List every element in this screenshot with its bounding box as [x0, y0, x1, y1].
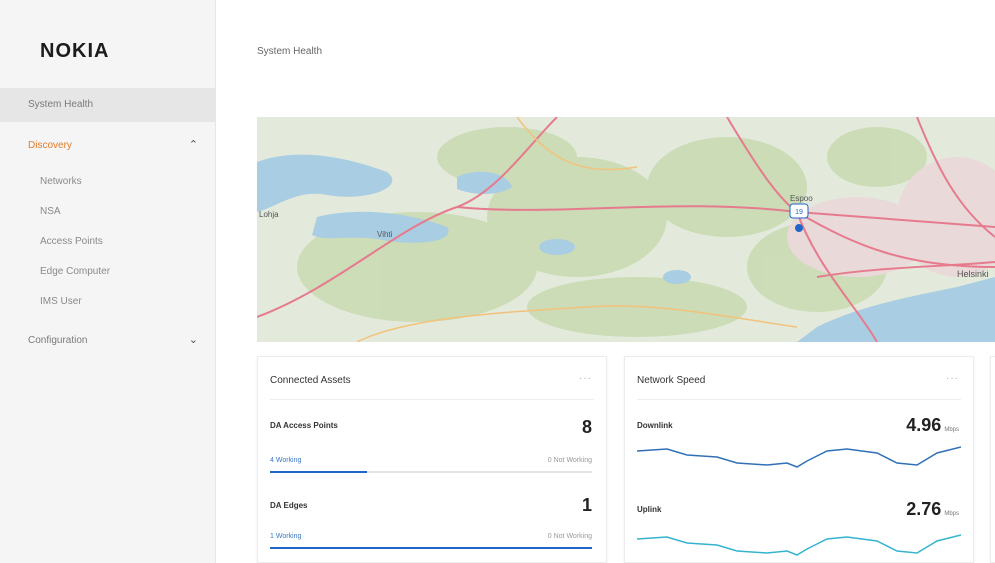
map-canvas[interactable]: 19 Espoo Helsinki Vihti Lohja: [257, 117, 995, 342]
edges-progress-fill: [270, 547, 592, 549]
edges-label: DA Edges: [270, 501, 308, 510]
map-label-vihti: Vihti: [377, 230, 393, 239]
more-options-icon[interactable]: ···: [579, 373, 592, 384]
sidebar-group-label: Configuration: [28, 335, 88, 346]
access-points-progress: [270, 471, 592, 473]
edges-progress: [270, 547, 592, 549]
access-points-count: 8: [581, 417, 592, 437]
card-title: Network Speed: [637, 375, 706, 386]
uplink-value: 2.76 Mbps: [906, 499, 959, 519]
divider: [637, 399, 961, 400]
chevron-up-icon[interactable]: ⌃: [189, 138, 198, 151]
sidebar-item-networks[interactable]: Networks: [40, 176, 82, 187]
sidebar-item-ims-user[interactable]: IMS User: [40, 296, 82, 307]
sidebar-item-system-health[interactable]: System Health: [28, 99, 93, 110]
page-title: System Health: [257, 46, 323, 57]
edges-working[interactable]: 1 Working: [270, 533, 301, 540]
map-label-espoo: Espoo: [790, 194, 813, 203]
edges-not-working[interactable]: 0 Not Working: [548, 533, 592, 540]
sidebar-group-label: Discovery: [28, 140, 72, 151]
downlink-sparkline: [637, 446, 961, 468]
map-label-helsinki: Helsinki: [957, 269, 989, 279]
access-points-not-working[interactable]: 0 Not Working: [548, 457, 592, 464]
downlink-value: 4.96 Mbps: [906, 415, 959, 435]
network-speed-card: Network Speed ··· Downlink 4.96 Mbps Upli…: [624, 356, 974, 563]
access-points-label: DA Access Points: [270, 421, 338, 430]
map-view[interactable]: 19 Espoo Helsinki Vihti Lohja: [257, 117, 995, 342]
nokia-logo: NOKIA: [40, 40, 110, 62]
sidebar-item-nsa[interactable]: NSA: [40, 206, 61, 217]
connected-assets-card: Connected Assets ··· DA Access Points 8 …: [257, 356, 607, 563]
downlink-label: Downlink: [637, 421, 673, 430]
sidebar: NOKIA System Health Discovery ⌃ Networks…: [0, 0, 216, 563]
uplink-sparkline: [637, 534, 961, 556]
sidebar-item-access-points[interactable]: Access Points: [40, 236, 103, 247]
uplink-label: Uplink: [637, 505, 662, 514]
access-points-working[interactable]: 4 Working: [270, 457, 301, 464]
svg-text:19: 19: [795, 209, 803, 216]
partial-card: [990, 356, 995, 563]
card-title: Connected Assets: [270, 375, 351, 386]
edges-count: 1: [581, 495, 592, 515]
access-points-progress-fill: [270, 471, 367, 473]
divider: [270, 399, 594, 400]
map-label-lohja: Lohja: [259, 210, 279, 219]
more-options-icon[interactable]: ···: [946, 373, 959, 384]
sidebar-item-edge-computer[interactable]: Edge Computer: [40, 266, 110, 277]
chevron-down-icon[interactable]: ⌄: [189, 333, 198, 346]
